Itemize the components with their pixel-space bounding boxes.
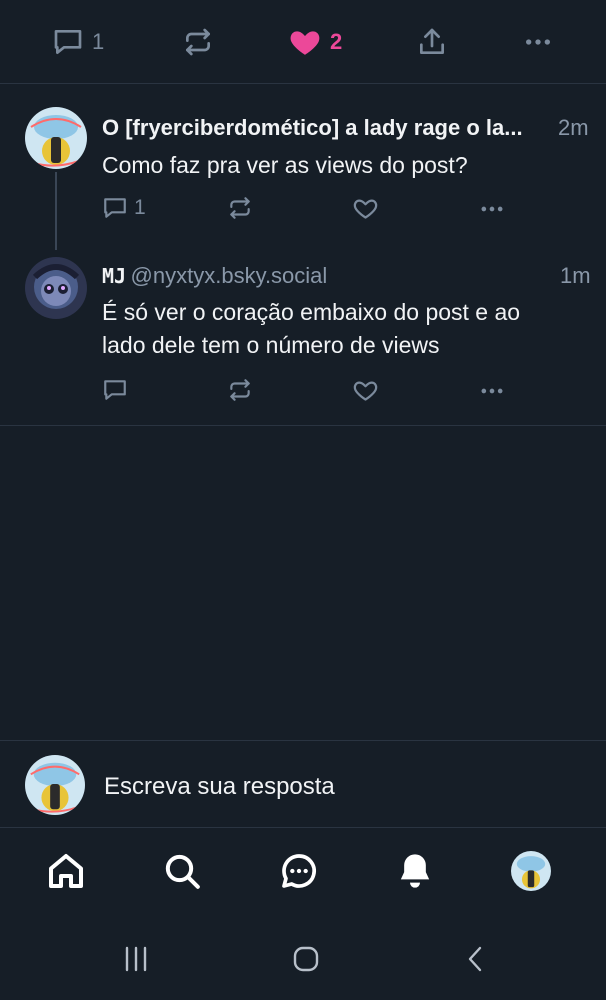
search-icon xyxy=(165,854,200,889)
nav-chat-button[interactable] xyxy=(276,848,322,894)
nav-notifications-button[interactable] xyxy=(392,848,438,894)
more-options-button[interactable] xyxy=(478,195,506,223)
post-2[interactable]: MJ @nyxtyx.bsky.social 1m É só ver o cor… xyxy=(0,253,606,426)
repost-button[interactable] xyxy=(182,25,214,59)
avatar[interactable] xyxy=(25,107,87,169)
bottom-navigation xyxy=(0,828,606,918)
reply-count: 1 xyxy=(134,196,146,219)
nav-profile-button[interactable] xyxy=(508,848,554,894)
home-icon xyxy=(49,854,83,888)
post-text-line: É só ver o coração embaixo do post e ao xyxy=(102,299,521,325)
reply-icon xyxy=(104,380,126,400)
post-text: É só ver o coração embaixo do post e ao … xyxy=(102,296,592,362)
heart-icon xyxy=(353,199,378,219)
post-author-handle[interactable]: @nyxtyx.bsky.social xyxy=(131,263,328,288)
reply-input[interactable]: Escreva sua resposta xyxy=(104,773,335,801)
recent-apps-button[interactable] xyxy=(116,944,156,974)
nav-search-button[interactable] xyxy=(159,848,205,894)
avatar-image xyxy=(25,257,87,319)
post-text-line: lado dele tem o número de views xyxy=(102,332,440,358)
like-button[interactable] xyxy=(352,195,379,222)
like-button[interactable]: 2 xyxy=(288,25,342,59)
avatar-image xyxy=(25,107,87,169)
repost-button[interactable] xyxy=(227,195,253,221)
avatar[interactable] xyxy=(25,257,87,319)
more-icon xyxy=(481,206,503,212)
more-options-button[interactable] xyxy=(522,25,554,59)
heart-filled-icon xyxy=(290,31,320,55)
share-icon xyxy=(420,28,444,54)
chat-icon xyxy=(282,854,316,888)
home-system-button[interactable] xyxy=(286,944,326,974)
like-count: 2 xyxy=(330,29,343,54)
recent-apps-icon xyxy=(125,946,147,972)
back-button[interactable] xyxy=(456,944,496,974)
thread-connector-line xyxy=(55,172,57,250)
avatar-image xyxy=(25,755,85,815)
post-author-name[interactable]: MJ xyxy=(102,264,126,288)
post-author-name[interactable]: O [fryerciberdomético] a lady rage o la.… xyxy=(102,115,552,141)
avatar xyxy=(25,755,85,815)
reply-icon xyxy=(104,198,126,218)
repost-button[interactable] xyxy=(227,377,253,403)
post-action-bar: 1 2 xyxy=(0,0,606,84)
more-icon xyxy=(481,388,503,394)
share-button[interactable] xyxy=(416,25,448,59)
reply-button[interactable]: 1 xyxy=(102,195,146,221)
like-button[interactable] xyxy=(352,377,379,404)
system-navigation-bar xyxy=(0,918,606,1000)
avatar-image xyxy=(511,851,551,891)
post-1[interactable]: O [fryerciberdomético] a lady rage o la.… xyxy=(0,85,606,253)
back-chevron-icon xyxy=(468,946,482,972)
more-icon xyxy=(526,39,550,45)
avatar xyxy=(511,851,551,891)
nav-home-button[interactable] xyxy=(43,848,89,894)
bell-icon xyxy=(400,854,430,888)
repost-icon xyxy=(186,28,210,56)
reply-composer-bar[interactable]: Escreva sua resposta xyxy=(0,740,606,828)
post-timestamp: 2m xyxy=(558,115,589,140)
reply-icon xyxy=(54,30,82,54)
post-author-line: MJ @nyxtyx.bsky.social xyxy=(102,263,327,289)
home-circle-icon xyxy=(293,946,319,972)
post-text: Como faz pra ver as views do post? xyxy=(102,152,468,178)
post-timestamp: 1m xyxy=(560,263,591,288)
repost-icon xyxy=(230,197,250,219)
heart-icon xyxy=(353,381,378,401)
reply-button[interactable]: 1 xyxy=(52,25,104,59)
reply-button[interactable] xyxy=(102,377,128,403)
reply-count: 1 xyxy=(92,29,105,54)
repost-icon xyxy=(230,379,250,401)
more-options-button[interactable] xyxy=(478,377,506,405)
